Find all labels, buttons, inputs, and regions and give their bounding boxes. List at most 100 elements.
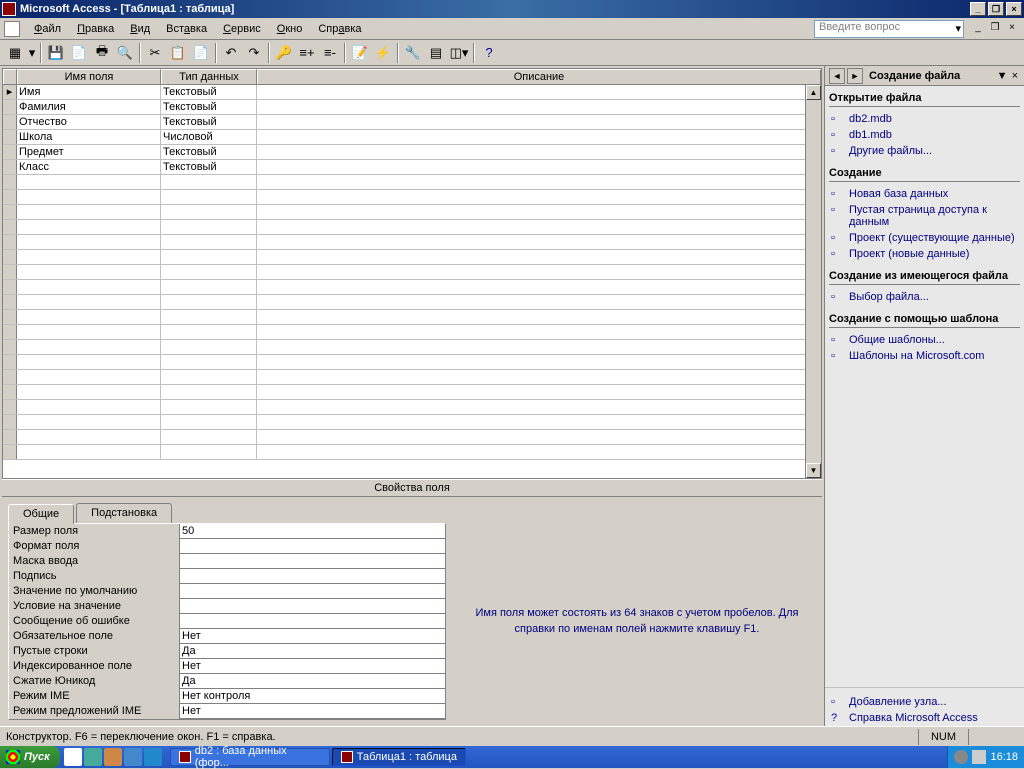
cell-data-type[interactable] (161, 355, 257, 369)
close-button[interactable]: × (1006, 2, 1022, 16)
task-pane-link[interactable]: ▫Пустая страница доступа к данным (829, 202, 1020, 230)
cell-description[interactable] (257, 100, 821, 114)
cell-field-name[interactable]: Предмет (17, 145, 161, 159)
property-value[interactable] (179, 569, 445, 584)
mdi-restore[interactable]: ❐ (987, 22, 1003, 36)
scroll-up-button[interactable]: ▲ (806, 85, 821, 100)
row-selector[interactable] (3, 430, 17, 444)
cell-field-name[interactable]: Имя (17, 85, 161, 99)
table-row[interactable] (3, 190, 821, 205)
cell-field-name[interactable] (17, 280, 161, 294)
menu-window[interactable]: Окно (269, 21, 311, 37)
cell-data-type[interactable] (161, 280, 257, 294)
table-row[interactable]: Фамилия Текстовый (3, 100, 821, 115)
property-value[interactable] (179, 539, 445, 554)
database-window-button[interactable]: ▤ (425, 42, 447, 64)
ql-icon-3[interactable] (104, 748, 122, 766)
cell-description[interactable] (257, 235, 821, 249)
vertical-scrollbar[interactable]: ▲ ▼ (805, 85, 821, 478)
view-button[interactable]: ▦ (4, 42, 26, 64)
cell-field-name[interactable]: Отчество (17, 115, 161, 129)
cell-field-name[interactable] (17, 340, 161, 354)
table-row[interactable] (3, 340, 821, 355)
task-pane-forward[interactable]: ► (847, 68, 863, 84)
cell-data-type[interactable] (161, 385, 257, 399)
cell-description[interactable] (257, 85, 821, 99)
scroll-down-button[interactable]: ▼ (806, 463, 821, 478)
table-row[interactable] (3, 280, 821, 295)
cell-data-type[interactable]: Текстовый (161, 115, 257, 129)
copy-button[interactable]: 📋 (167, 42, 189, 64)
cell-description[interactable] (257, 295, 821, 309)
table-row[interactable] (3, 250, 821, 265)
property-value[interactable] (179, 584, 445, 599)
mdi-minimize[interactable]: _ (970, 22, 986, 36)
cell-field-name[interactable] (17, 310, 161, 324)
row-selector[interactable] (3, 280, 17, 294)
taskbar-button[interactable]: Таблица1 : таблица (332, 748, 466, 766)
property-value[interactable]: Нет (179, 629, 445, 644)
row-selector[interactable] (3, 190, 17, 204)
cell-field-name[interactable] (17, 415, 161, 429)
table-row[interactable] (3, 355, 821, 370)
row-selector[interactable] (3, 175, 17, 189)
cell-field-name[interactable] (17, 385, 161, 399)
ql-icon-1[interactable] (64, 748, 82, 766)
cell-data-type[interactable] (161, 295, 257, 309)
cell-field-name[interactable] (17, 190, 161, 204)
task-pane-link[interactable]: ▫Проект (новые данные) (829, 246, 1020, 262)
table-row[interactable] (3, 265, 821, 280)
cell-field-name[interactable] (17, 445, 161, 459)
cell-description[interactable] (257, 190, 821, 204)
help-button[interactable]: ? (478, 42, 500, 64)
row-selector[interactable] (3, 325, 17, 339)
ql-icon-4[interactable] (124, 748, 142, 766)
cell-field-name[interactable] (17, 355, 161, 369)
property-value[interactable]: Да (179, 674, 445, 689)
row-selector[interactable] (3, 235, 17, 249)
table-row[interactable]: Школа Числовой (3, 130, 821, 145)
cell-field-name[interactable]: Класс (17, 160, 161, 174)
cell-field-name[interactable] (17, 220, 161, 234)
cell-description[interactable] (257, 220, 821, 234)
property-value[interactable] (179, 599, 445, 614)
restore-button[interactable]: ❐ (988, 2, 1004, 16)
search-button[interactable]: 📄 (68, 42, 90, 64)
build-button[interactable]: 🔧 (402, 42, 424, 64)
row-selector[interactable] (3, 445, 17, 459)
cell-description[interactable] (257, 160, 821, 174)
cell-field-name[interactable] (17, 250, 161, 264)
task-pane-link[interactable]: ▫Другие файлы... (829, 143, 1020, 159)
properties-button[interactable]: 📝 (349, 42, 371, 64)
cell-description[interactable] (257, 430, 821, 444)
row-selector[interactable] (3, 115, 17, 129)
row-selector[interactable] (3, 385, 17, 399)
cell-field-name[interactable] (17, 175, 161, 189)
cell-data-type[interactable] (161, 235, 257, 249)
cell-description[interactable] (257, 325, 821, 339)
task-pane-link[interactable]: ▫db1.mdb (829, 127, 1020, 143)
row-selector[interactable] (3, 355, 17, 369)
table-row[interactable]: Класс Текстовый (3, 160, 821, 175)
cut-button[interactable]: ✂ (144, 42, 166, 64)
row-selector[interactable] (3, 250, 17, 264)
cell-description[interactable] (257, 355, 821, 369)
cell-data-type[interactable]: Текстовый (161, 145, 257, 159)
row-selector[interactable] (3, 160, 17, 174)
task-pane-link[interactable]: ▫Проект (существующие данные) (829, 230, 1020, 246)
row-selector[interactable] (3, 295, 17, 309)
cell-description[interactable] (257, 340, 821, 354)
tab-lookup[interactable]: Подстановка (76, 503, 172, 523)
menu-tools[interactable]: Сервис (215, 21, 269, 37)
row-selector[interactable] (3, 400, 17, 414)
row-selector[interactable] (3, 205, 17, 219)
ql-icon-5[interactable] (144, 748, 162, 766)
cell-data-type[interactable] (161, 205, 257, 219)
row-selector[interactable] (3, 130, 17, 144)
row-selector[interactable] (3, 370, 17, 384)
col-data-type[interactable]: Тип данных (161, 69, 257, 84)
redo-button[interactable]: ↷ (243, 42, 265, 64)
cell-description[interactable] (257, 130, 821, 144)
cell-data-type[interactable] (161, 430, 257, 444)
mdi-close[interactable]: × (1004, 22, 1020, 36)
